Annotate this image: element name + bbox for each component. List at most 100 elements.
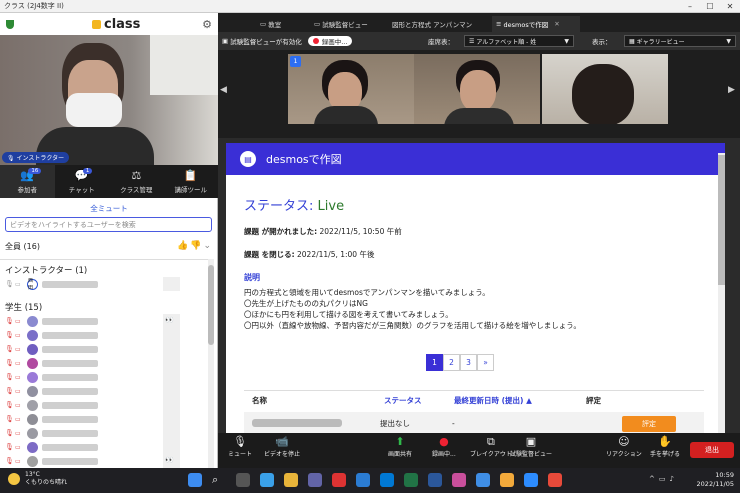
- system-tray[interactable]: ^▭♪: [649, 475, 678, 483]
- sort-select[interactable]: ☰ アルファベット順 - 姓 ▼: [464, 35, 574, 47]
- view-select[interactable]: ▦ ギャラリービュー ▼: [624, 35, 736, 47]
- stop-video-button[interactable]: 📹 ビデオを停止: [264, 435, 300, 458]
- list-item[interactable]: 🎙 ▭: [0, 356, 208, 370]
- mic-icon: 🎙: [5, 280, 14, 288]
- share-screen-icon: ⬆: [395, 435, 405, 448]
- list-item[interactable]: 🎙 ▭ 👀: [0, 314, 208, 328]
- column-status[interactable]: ステータス: [384, 395, 454, 406]
- table-row[interactable]: 提出なし - 評定: [244, 412, 704, 433]
- tab-classroom[interactable]: ▭ 教室: [256, 16, 285, 32]
- scrollbar-thumb[interactable]: [208, 265, 214, 345]
- list-item[interactable]: 🎙 ▭: [0, 370, 208, 384]
- mic-off-icon: 🎙: [5, 457, 14, 465]
- highlight-search-input[interactable]: ビデオをハイライトするユーザーを検索: [5, 217, 212, 232]
- student-video-2[interactable]: [414, 54, 540, 124]
- maximize-icon[interactable]: ☐: [700, 2, 720, 11]
- search-icon[interactable]: ⌕: [212, 473, 226, 487]
- record-icon: [312, 38, 319, 44]
- tab-class-management[interactable]: ⚖ クラス管理: [109, 165, 164, 198]
- tab-proctor-view[interactable]: ▭ 試験監督ビュー: [310, 16, 372, 32]
- proctor-view-icon: ▣: [222, 37, 229, 45]
- mic-off-icon: 🎙: [5, 331, 14, 339]
- chevron-right-icon[interactable]: ▶: [728, 85, 735, 95]
- windows-start-icon[interactable]: [188, 473, 202, 487]
- column-grade[interactable]: 評定: [586, 395, 601, 406]
- student-video-1[interactable]: 1: [288, 54, 414, 124]
- breakout-button[interactable]: ⧉ ブレイクアウト: [470, 435, 512, 458]
- avatar: 西田: [27, 278, 38, 291]
- tab-desmos[interactable]: ≡ desmosで作図 ✕: [492, 16, 580, 32]
- teams-icon[interactable]: [308, 473, 322, 487]
- chevron-down-icon: ▼: [726, 37, 731, 45]
- instructor-video[interactable]: 🎙 インストラクター: [0, 35, 218, 165]
- app-icon[interactable]: [476, 473, 490, 487]
- classroom-icon: ▭: [260, 20, 267, 28]
- list-item[interactable]: 🎙 ▭: [0, 328, 208, 342]
- grade-button[interactable]: 評定: [622, 416, 676, 432]
- name-blurred: [42, 331, 98, 339]
- record-button[interactable]: ● 録画中...: [432, 435, 456, 458]
- sun-icon: [8, 473, 20, 485]
- tab-chat[interactable]: 💬 1 チャット: [55, 165, 110, 198]
- app-icon[interactable]: [452, 473, 466, 487]
- word-icon[interactable]: [428, 473, 442, 487]
- mute-button[interactable]: 🎙 ミュート: [228, 435, 252, 458]
- tab-anpanman[interactable]: 図形と方程式 アンパンマン: [388, 16, 476, 32]
- onedrive-icon[interactable]: [380, 473, 394, 487]
- close-icon[interactable]: ✕: [720, 2, 740, 11]
- leave-button[interactable]: 退出: [690, 442, 734, 458]
- tab-participants[interactable]: 👥 16 参加者: [0, 165, 55, 198]
- minimize-icon[interactable]: –: [680, 2, 700, 11]
- class-management-icon: ⚖: [131, 169, 142, 182]
- brand-bar: class ⚙: [0, 13, 218, 35]
- chrome-icon[interactable]: [500, 473, 514, 487]
- raise-hand-button[interactable]: ✋ 手を挙げる: [650, 435, 680, 458]
- thumbs-icons[interactable]: 👍👎⌄: [177, 241, 213, 251]
- scrollbar-thumb[interactable]: [718, 155, 725, 285]
- list-scrollbar[interactable]: [208, 259, 214, 481]
- excel-icon[interactable]: [404, 473, 418, 487]
- smile-icon: ☺: [618, 435, 630, 448]
- list-item[interactable]: 🎙 ▭: [0, 384, 208, 398]
- column-updated[interactable]: 最終更新日時 (提出) ▲: [454, 395, 586, 406]
- clock[interactable]: 10:59 2022/11/05: [697, 471, 734, 489]
- list-item[interactable]: 🎙 ▭: [0, 342, 208, 356]
- eyes-icon: 👀: [165, 456, 174, 464]
- close-icon[interactable]: ✕: [554, 20, 559, 28]
- assignment-scrollbar[interactable]: [718, 153, 725, 433]
- share-screen-button[interactable]: ⬆ 画面共有: [388, 435, 412, 458]
- weather-widget[interactable]: 13°C くもりのち晴れ: [8, 471, 67, 487]
- view-label: 表示：: [592, 38, 612, 46]
- office-icon[interactable]: [332, 473, 346, 487]
- edge-icon[interactable]: [260, 473, 274, 487]
- task-view-icon[interactable]: [236, 473, 250, 487]
- page-1[interactable]: 1: [426, 354, 443, 371]
- list-item[interactable]: 🎙 ▭ 👀: [0, 454, 208, 468]
- list-item[interactable]: 🎙 ▭ 西田: [0, 277, 208, 291]
- tab-instructor-tools[interactable]: 📋 講師ツール: [164, 165, 219, 198]
- student-rows: 🎙 ▭ 👀 🎙 ▭ 🎙 ▭ 🎙 ▭ 🎙 ▭ 🎙 ▭ 🎙 ▭ 🎙 ▭ 🎙 ▭ 🎙 ▭ 🎙 ▭ 👀: [0, 314, 208, 468]
- list-item[interactable]: 🎙 ▭: [0, 398, 208, 412]
- zoom-icon[interactable]: [524, 473, 538, 487]
- student-video-3[interactable]: [542, 54, 668, 124]
- outlook-icon[interactable]: [356, 473, 370, 487]
- all-participants-row: 全員 (16) 👍👎⌄: [5, 241, 213, 251]
- list-item[interactable]: 🎙 ▭: [0, 426, 208, 440]
- column-name[interactable]: 名称: [244, 395, 384, 406]
- list-item[interactable]: 🎙 ▭: [0, 440, 208, 454]
- list-item[interactable]: 🎙 ▭: [0, 412, 208, 426]
- page-3[interactable]: 3: [460, 354, 477, 371]
- camera-off-icon: ▭: [15, 359, 21, 367]
- page-2[interactable]: 2: [443, 354, 460, 371]
- app-icon[interactable]: [548, 473, 562, 487]
- chevron-left-icon[interactable]: ◀: [220, 85, 227, 95]
- camera-off-icon: ▭: [15, 443, 21, 451]
- page-next[interactable]: »: [477, 354, 494, 371]
- status-line: ステータス: Live: [244, 199, 345, 214]
- mute-all-link[interactable]: 全ミュート: [0, 203, 218, 214]
- explorer-icon[interactable]: [284, 473, 298, 487]
- assignment-icon: ▤: [240, 151, 256, 167]
- proctor-view-button[interactable]: ▣ 試験監督ビュー: [510, 435, 552, 458]
- reaction-button[interactable]: ☺ リアクション: [606, 435, 642, 458]
- gear-icon[interactable]: ⚙: [202, 18, 212, 31]
